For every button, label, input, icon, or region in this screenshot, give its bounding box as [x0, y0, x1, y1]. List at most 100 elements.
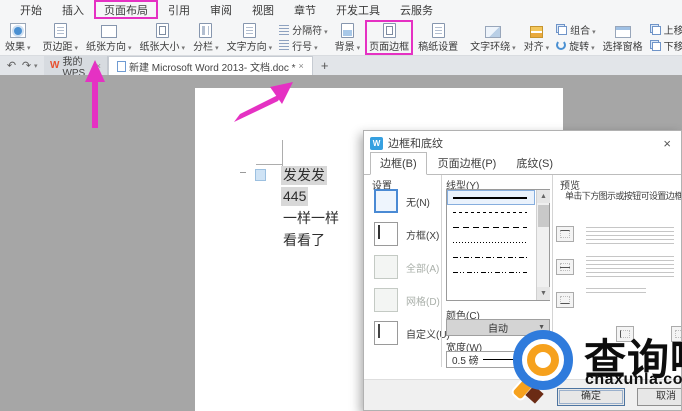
page-border-button[interactable]: 页面边框 — [365, 20, 414, 55]
ribbon-tab-row: 开始 插入 页面布局 引用 审阅 视图 章节 开发工具 云服务 — [0, 0, 682, 19]
columns-button[interactable]: 分栏 — [190, 20, 222, 55]
line-style-dotted[interactable] — [447, 235, 535, 250]
tab-developer[interactable]: 开发工具 — [326, 0, 390, 19]
margin-tick — [240, 172, 246, 173]
background-button[interactable]: 背景 — [332, 20, 364, 55]
text-wrap-button[interactable]: 文字环绕 — [467, 20, 519, 55]
breaks-linenumbers-group: 分隔符 行号 — [277, 20, 330, 55]
margins-button[interactable]: 页边距 — [40, 20, 82, 55]
line-style-dash-large[interactable] — [447, 220, 535, 235]
dialog-close-icon[interactable]: × — [659, 136, 675, 151]
dialog-tab-page-border[interactable]: 页面边框(P) — [429, 153, 506, 174]
line-style-solid[interactable] — [447, 190, 535, 205]
scroll-up-icon[interactable]: ▲ — [537, 190, 550, 203]
preview-text-block — [586, 285, 646, 293]
close-tab-icon[interactable]: × — [299, 61, 304, 71]
document-tab-bar: ↶ ↷ ▾ W 我的WPS × 新建 Microsoft Word 2013- … — [0, 56, 682, 75]
preview-text-block — [586, 226, 674, 244]
home-document-tab[interactable]: W 我的WPS × — [44, 56, 108, 75]
scrollbar-thumb[interactable] — [538, 205, 549, 227]
line-style-dash-dot[interactable] — [447, 250, 535, 265]
line-numbers-label: 行号 — [292, 38, 318, 53]
document-text-line[interactable]: 看看了 — [283, 231, 325, 250]
redo-icon[interactable]: ↷ — [19, 59, 34, 72]
tab-review[interactable]: 审阅 — [200, 0, 242, 19]
border-top-button[interactable] — [556, 226, 574, 242]
setting-all-icon — [374, 255, 398, 279]
group-button[interactable]: 组合 — [556, 22, 596, 37]
dialog-tab-shading[interactable]: 底纹(S) — [507, 153, 562, 174]
text-direction-icon — [242, 23, 256, 38]
document-text-line[interactable]: 一样一样 — [283, 209, 339, 228]
columns-label: 分栏 — [193, 38, 219, 53]
document-text-line[interactable]: 发发发 — [281, 166, 327, 185]
line-style-dash-small[interactable] — [447, 205, 535, 220]
orientation-label: 纸张方向 — [86, 38, 132, 53]
paragraph-select-icon[interactable] — [255, 169, 266, 181]
align-button[interactable]: 对齐 — [521, 20, 553, 55]
arrow-up-shaft — [92, 76, 98, 128]
text-direction-button[interactable]: 文字方向 — [224, 20, 276, 55]
setting-box-icon — [374, 222, 398, 246]
setting-none-option[interactable]: 无(N) — [374, 189, 430, 213]
send-backward-button[interactable]: 下移一层 — [649, 38, 682, 53]
selection-pane-button[interactable]: 选择窗格 — [600, 20, 646, 55]
effects-icon — [9, 23, 26, 38]
border-bottom-button[interactable] — [556, 292, 574, 308]
paper-setup-icon — [431, 23, 445, 38]
cancel-button[interactable]: 取消 — [637, 388, 681, 406]
line-numbers-button[interactable]: 行号 — [279, 38, 328, 53]
tab-page-layout[interactable]: 页面布局 — [94, 0, 158, 19]
ribbon: 效果 页边距 纸张方向 纸张大小 分栏 文字方向 分隔符 — [0, 19, 682, 56]
line-style-list[interactable]: ▲ ▼ — [446, 189, 550, 301]
setting-grid-icon — [374, 288, 398, 312]
tab-cloud[interactable]: 云服务 — [390, 0, 443, 19]
background-icon — [340, 23, 354, 38]
scroll-down-icon[interactable]: ▼ — [537, 287, 550, 300]
wps-logo-icon: W — [50, 60, 60, 71]
setting-custom-label: 自定义(U) — [406, 329, 450, 341]
bring-forward-icon — [649, 24, 661, 36]
text-wrap-label: 文字环绕 — [470, 38, 516, 53]
effects-label: 效果 — [5, 38, 31, 53]
border-horizontal-button[interactable] — [556, 259, 574, 275]
text-direction-label: 文字方向 — [227, 38, 273, 53]
align-label: 对齐 — [524, 38, 550, 53]
dialog-title: 边框和底纹 — [388, 138, 443, 150]
tab-references[interactable]: 引用 — [158, 0, 200, 19]
new-tab-button[interactable]: + — [321, 58, 329, 73]
dialog-tab-borders[interactable]: 边框(B) — [370, 152, 427, 175]
setting-custom-icon — [374, 321, 398, 345]
dialog-tab-strip: 边框(B) 页面边框(P) 底纹(S) — [364, 152, 681, 175]
breaks-button[interactable]: 分隔符 — [279, 22, 328, 37]
close-tab-icon[interactable]: × — [96, 61, 101, 71]
tab-view[interactable]: 视图 — [242, 0, 284, 19]
line-style-scrollbar[interactable]: ▲ ▼ — [536, 190, 550, 300]
margins-label: 页边距 — [43, 38, 79, 53]
document-text-line[interactable]: 445 — [281, 187, 309, 206]
undo-icon[interactable]: ↶ — [4, 59, 19, 72]
tab-home[interactable]: 开始 — [10, 0, 52, 19]
home-tab-label: 我的WPS — [62, 56, 86, 76]
quickbar-dropdown-icon[interactable]: ▾ — [34, 62, 44, 70]
orientation-button[interactable]: 纸张方向 — [83, 20, 135, 55]
width-value: 0.5 磅 — [452, 356, 479, 367]
document-tab-label: 新建 Microsoft Word 2013- 文档.doc * — [129, 62, 296, 74]
setting-grid-option: 网格(D) — [374, 288, 440, 312]
paper-size-button[interactable]: 纸张大小 — [137, 20, 189, 55]
ok-button[interactable]: 确定 — [557, 388, 625, 406]
bring-forward-label: 上移一层 — [664, 22, 682, 37]
bring-forward-button[interactable]: 上移一层 — [649, 22, 682, 37]
paper-setup-button[interactable]: 稿纸设置 — [415, 20, 461, 55]
wps-writer-icon: W — [370, 136, 383, 150]
tab-section[interactable]: 章节 — [284, 0, 326, 19]
rotate-button[interactable]: 旋转 — [556, 38, 596, 53]
tab-insert[interactable]: 插入 — [52, 0, 94, 19]
margin-crop-mark — [256, 164, 283, 165]
setting-box-option[interactable]: 方框(X) — [374, 222, 439, 246]
setting-custom-option[interactable]: 自定义(U) — [374, 321, 450, 345]
line-style-dash-dot-dot[interactable] — [447, 265, 535, 280]
background-label: 背景 — [335, 38, 361, 53]
active-document-tab[interactable]: 新建 Microsoft Word 2013- 文档.doc * × — [108, 56, 313, 75]
effects-button[interactable]: 效果 — [2, 20, 34, 55]
